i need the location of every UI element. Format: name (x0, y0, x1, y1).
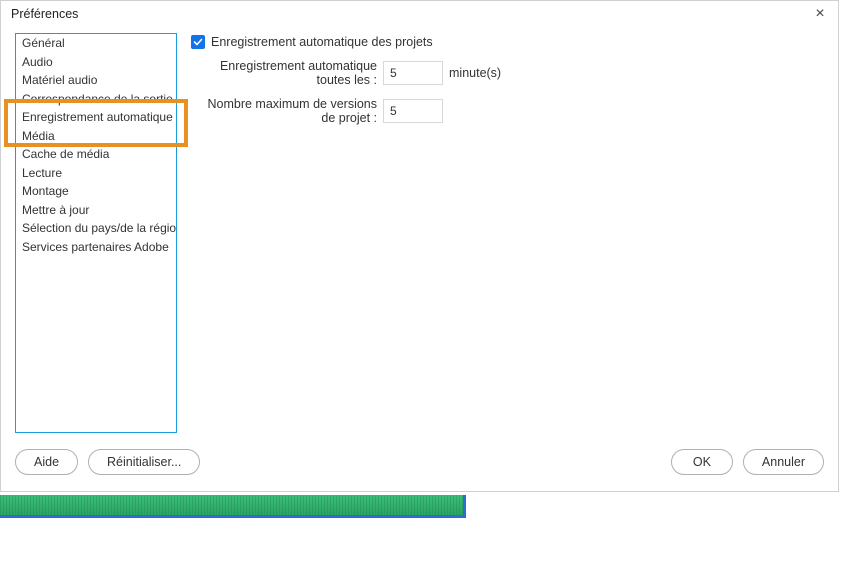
dialog-header: Préférences × (1, 1, 838, 27)
autosave-checkbox-label: Enregistrement automatique des projets (211, 35, 433, 49)
sidebar-item-timeline[interactable]: Montage (16, 182, 176, 201)
dialog-footer: Aide Réinitialiser... OK Annuler (1, 445, 838, 485)
interval-input[interactable] (383, 61, 443, 85)
sidebar-item-general[interactable]: Général (16, 34, 176, 53)
help-button[interactable]: Aide (15, 449, 78, 475)
autosave-checkbox[interactable] (191, 35, 205, 49)
ok-button[interactable]: OK (671, 449, 733, 475)
sidebar-item-autosave[interactable]: Enregistrement automatique (16, 108, 176, 127)
preferences-dialog: Préférences × Général Audio Matériel aud… (0, 0, 839, 492)
interval-label: Enregistrement automatique toutes les : (191, 59, 377, 87)
sidebar-item-region[interactable]: Sélection du pays/de la région (16, 219, 176, 238)
maxversions-label: Nombre maximum de versions de projet : (191, 97, 377, 125)
reset-button[interactable]: Réinitialiser... (88, 449, 200, 475)
interval-unit: minute(s) (449, 66, 501, 80)
sidebar-item-audio[interactable]: Audio (16, 53, 176, 72)
sidebar-item-media[interactable]: Média (16, 127, 176, 146)
sidebar-item-audio-hardware[interactable]: Matériel audio (16, 71, 176, 90)
footer-left: Aide Réinitialiser... (15, 449, 200, 475)
preferences-sidebar: Général Audio Matériel audio Corresponda… (15, 33, 177, 433)
cancel-button[interactable]: Annuler (743, 449, 824, 475)
form-area: Enregistrement automatique des projets E… (191, 33, 828, 441)
sidebar-item-media-cache[interactable]: Cache de média (16, 145, 176, 164)
sidebar-item-playback[interactable]: Lecture (16, 164, 176, 183)
close-icon[interactable]: × (810, 6, 830, 22)
sidebar-item-update[interactable]: Mettre à jour (16, 201, 176, 220)
maxversions-input[interactable] (383, 99, 443, 123)
sidebar-item-audio-output-mapping[interactable]: Correspondance de la sortie audio (16, 90, 176, 109)
interval-row: Enregistrement automatique toutes les : … (191, 59, 828, 87)
dialog-title: Préférences (11, 7, 78, 21)
dialog-body: Général Audio Matériel audio Corresponda… (1, 27, 838, 445)
sidebar-item-partner-services[interactable]: Services partenaires Adobe (16, 238, 176, 257)
footer-right: OK Annuler (671, 449, 824, 475)
autosave-checkbox-row: Enregistrement automatique des projets (191, 35, 828, 49)
maxversions-row: Nombre maximum de versions de projet : (191, 97, 828, 125)
waveform-strip (0, 495, 466, 518)
